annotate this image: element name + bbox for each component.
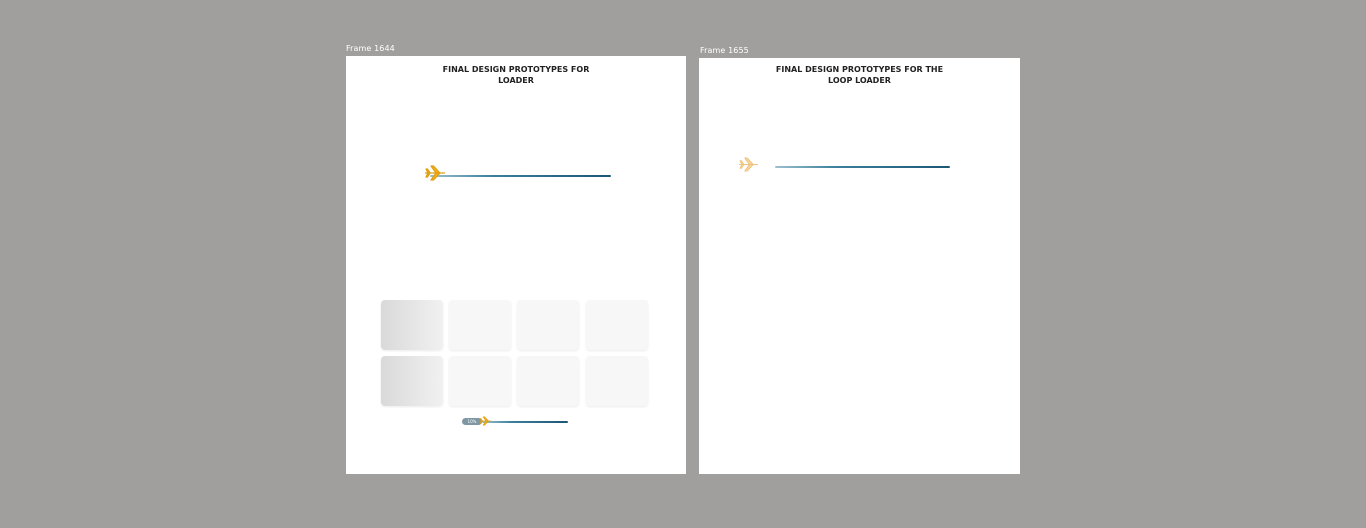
skeleton-tile [381,356,443,406]
airplane-icon [739,157,758,172]
airplane-icon [425,165,445,181]
skeleton-tile [586,356,648,406]
mini-loader-track [482,421,568,423]
frame-label-1655[interactable]: Frame 1655 [700,46,749,55]
skeleton-tile [449,300,511,350]
frame-title: FINAL DESIGN PROTOTYPES FOR THE LOOP LOA… [775,65,944,85]
frame-1655[interactable]: FINAL DESIGN PROTOTYPES FOR THE LOOP LOA… [699,58,1020,474]
frame-label-1644[interactable]: Frame 1644 [346,44,395,53]
frame-title: FINAL DESIGN PROTOTYPES FOR LOADER [442,65,590,85]
loader-track [430,175,611,177]
skeleton-tile [517,300,579,350]
loop-loader-track [775,166,950,168]
skeleton-tile [449,356,511,406]
skeleton-tile [517,356,579,406]
airplane-icon [479,416,492,426]
frame-1644[interactable]: FINAL DESIGN PROTOTYPES FOR LOADER 10% [346,56,686,474]
skeleton-tile [586,300,648,350]
skeleton-tile [381,300,443,350]
